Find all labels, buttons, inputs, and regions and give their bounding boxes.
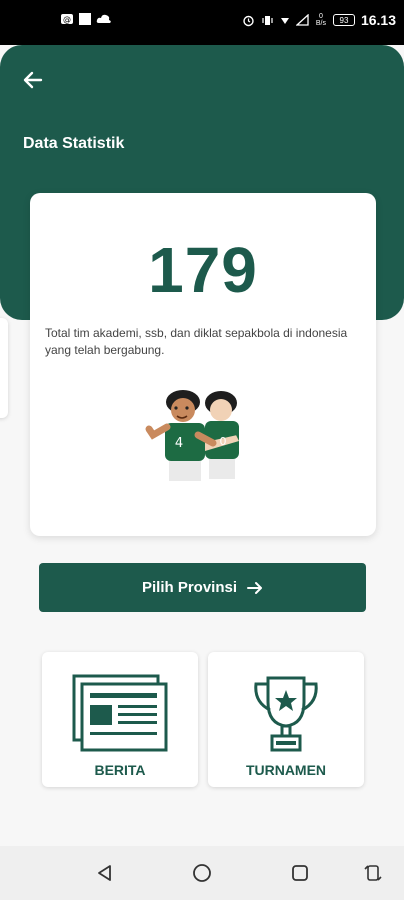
- nav-home-button[interactable]: [191, 862, 213, 884]
- stat-card: 179 Total tim akademi, ssb, dan diklat s…: [30, 193, 376, 536]
- back-triangle-icon: [98, 865, 111, 881]
- alarm-icon: [243, 15, 254, 26]
- status-right-icons: 0 B/s 93 16.13: [242, 12, 396, 28]
- battery-icon: 93: [332, 14, 355, 26]
- notification-icon: @: [61, 14, 73, 24]
- newspaper-icon: [72, 674, 168, 752]
- home-circle-icon: [193, 864, 211, 882]
- system-nav-bar: [0, 846, 404, 900]
- svg-text:0: 0: [220, 435, 227, 448]
- pilih-provinsi-button[interactable]: Pilih Provinsi: [39, 563, 366, 612]
- data-speed-text: 0 B/s: [315, 13, 327, 27]
- arrow-right-icon: [247, 581, 263, 594]
- berita-tile[interactable]: BERITA: [42, 652, 198, 787]
- turnamen-tile[interactable]: TURNAMEN: [208, 652, 364, 787]
- vibrate-icon: [262, 15, 273, 25]
- battery-level: 93: [339, 15, 349, 25]
- cloud-icon: [96, 14, 111, 23]
- arrow-left-icon: [23, 71, 43, 89]
- signal-icon: [295, 14, 309, 26]
- back-button[interactable]: [18, 65, 48, 95]
- pilih-provinsi-label: Pilih Provinsi: [141, 579, 238, 596]
- stat-description: Total tim akademi, ssb, dan diklat sepak…: [45, 326, 348, 357]
- square-icon: [79, 13, 91, 25]
- rotate-icon: [364, 865, 382, 881]
- trophy-icon: [254, 676, 318, 752]
- svg-text:@: @: [63, 15, 71, 24]
- nav-recents-button[interactable]: [289, 862, 311, 884]
- football-players-illustration: 0 4: [145, 390, 239, 481]
- turnamen-label: TURNAMEN: [245, 762, 327, 778]
- nav-back-button[interactable]: [94, 862, 116, 884]
- status-time: 16.13: [360, 12, 396, 28]
- wifi-icon: [280, 18, 289, 24]
- recents-square-icon: [292, 865, 308, 881]
- page-title: Data Statistik: [23, 135, 125, 152]
- nav-rotate-button[interactable]: [362, 862, 384, 884]
- svg-text:4: 4: [175, 436, 183, 451]
- status-bar: @ 0 B/s 93 16.13: [0, 0, 404, 45]
- berita-label: BERITA: [94, 762, 146, 778]
- stat-number: 179: [148, 234, 258, 306]
- status-left-icons: @: [60, 12, 112, 26]
- previous-card-peek: [0, 318, 8, 418]
